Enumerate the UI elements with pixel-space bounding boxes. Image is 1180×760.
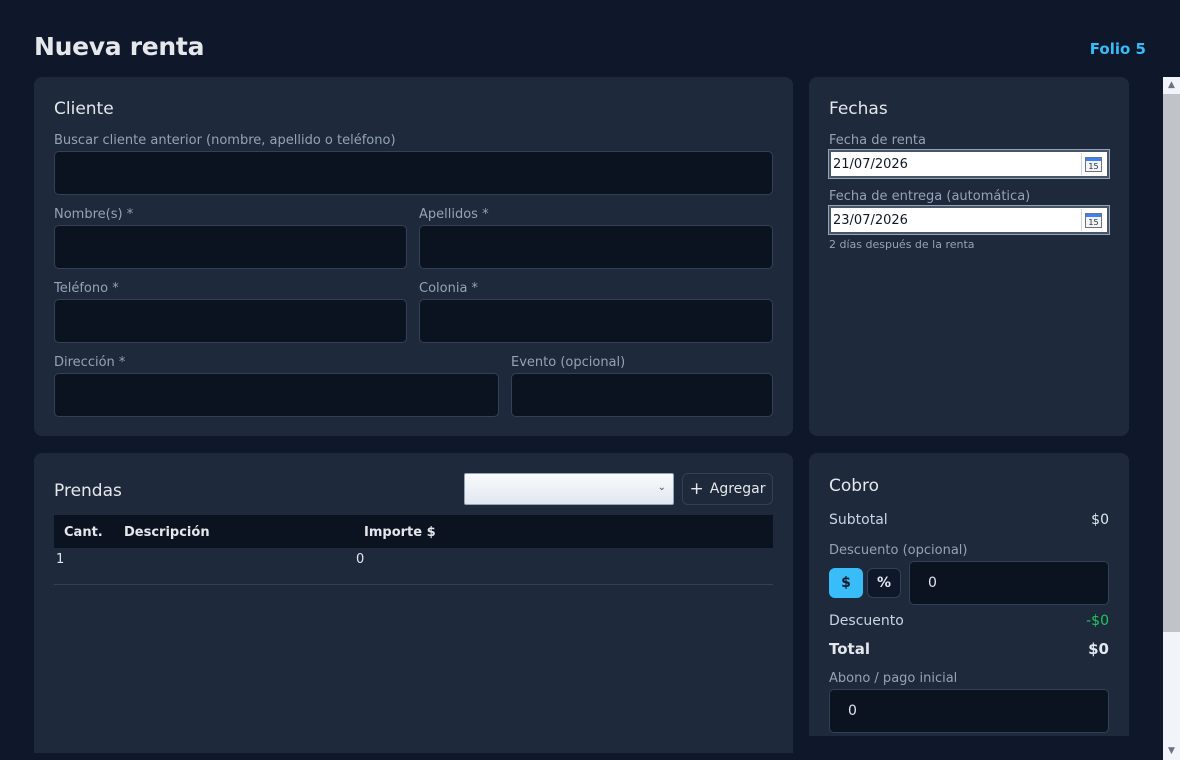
fecha-entrega-label: Fecha de entrega (automática) — [829, 189, 1031, 204]
fechas-title: Fechas — [829, 99, 888, 119]
prenda-select[interactable]: ⌄ — [464, 473, 674, 505]
colonia-input[interactable] — [419, 299, 773, 343]
cliente-title: Cliente — [54, 99, 114, 119]
fecha-renta-value: 21/07/2026 — [833, 156, 908, 172]
cobro-title: Cobro — [829, 476, 880, 496]
subtotal-label: Subtotal — [829, 512, 888, 528]
col-cant: Cant. — [64, 525, 103, 540]
folio-label: Folio 5 — [1089, 40, 1146, 58]
prendas-title: Prendas — [54, 481, 122, 501]
buscar-cliente-input[interactable] — [54, 151, 773, 195]
telefono-input[interactable] — [54, 299, 407, 343]
buscar-label: Buscar cliente anterior (nombre, apellid… — [54, 133, 396, 148]
calendar-icon[interactable]: 15 — [1081, 209, 1105, 231]
abono-label: Abono / pago inicial — [829, 671, 958, 686]
fecha-renta-label: Fecha de renta — [829, 133, 926, 148]
prendas-card: Prendas ⌄ + Agregar Cant. Descripción Im… — [34, 453, 793, 753]
total-label: Total — [829, 640, 870, 658]
row-importe[interactable]: 0 — [356, 552, 364, 567]
abono-input[interactable] — [829, 689, 1109, 733]
chevron-down-icon: ⌄ — [657, 482, 666, 493]
fechas-card: Fechas Fecha de renta 21/07/2026 15 Fech… — [809, 77, 1129, 436]
plus-icon: + — [689, 479, 704, 499]
discount-dollar-toggle[interactable]: $ — [829, 568, 863, 598]
fecha-entrega-picker[interactable]: 23/07/2026 15 — [828, 205, 1110, 235]
cliente-card: Cliente Buscar cliente anterior (nombre,… — [34, 77, 793, 436]
colonia-label: Colonia * — [419, 281, 479, 296]
add-button-label: Agregar — [709, 481, 766, 497]
col-importe: Importe $ — [364, 525, 436, 540]
prendas-table-header: Cant. Descripción Importe $ — [54, 515, 773, 548]
direccion-label: Dirección * — [54, 355, 126, 370]
col-descripcion: Descripción — [124, 525, 210, 540]
descuento-label: Descuento — [829, 613, 904, 629]
scrollbar-thumb[interactable] — [1163, 94, 1180, 632]
calendar-icon[interactable]: 15 — [1081, 153, 1105, 175]
entrega-hint: 2 días después de la renta — [829, 238, 975, 251]
evento-label: Evento (opcional) — [511, 355, 626, 370]
subtotal-value: $0 — [1091, 512, 1109, 528]
nombre-label: Nombre(s) * — [54, 207, 134, 222]
scroll-down-icon[interactable]: ▼ — [1163, 743, 1180, 760]
add-prenda-button[interactable]: + Agregar — [682, 473, 773, 505]
total-value: $0 — [1088, 640, 1109, 658]
descuento-opcional-label: Descuento (opcional) — [829, 543, 968, 558]
descuento-input[interactable] — [909, 561, 1109, 605]
fecha-entrega-value: 23/07/2026 — [833, 212, 908, 228]
row-cant[interactable]: 1 — [56, 552, 64, 567]
descuento-value: -$0 — [1086, 613, 1109, 629]
direccion-input[interactable] — [54, 373, 499, 417]
apellidos-input[interactable] — [419, 225, 773, 269]
telefono-label: Teléfono * — [54, 281, 119, 296]
cobro-card: Cobro Subtotal $0 Descuento (opcional) $… — [809, 453, 1129, 736]
nombre-input[interactable] — [54, 225, 407, 269]
fecha-renta-picker[interactable]: 21/07/2026 15 — [828, 149, 1110, 179]
row-divider — [54, 584, 773, 585]
page-title: Nueva renta — [34, 32, 205, 61]
discount-percent-toggle[interactable]: % — [867, 568, 901, 598]
apellidos-label: Apellidos * — [419, 207, 489, 222]
scroll-up-icon[interactable]: ▲ — [1163, 77, 1180, 94]
evento-input[interactable] — [511, 373, 773, 417]
